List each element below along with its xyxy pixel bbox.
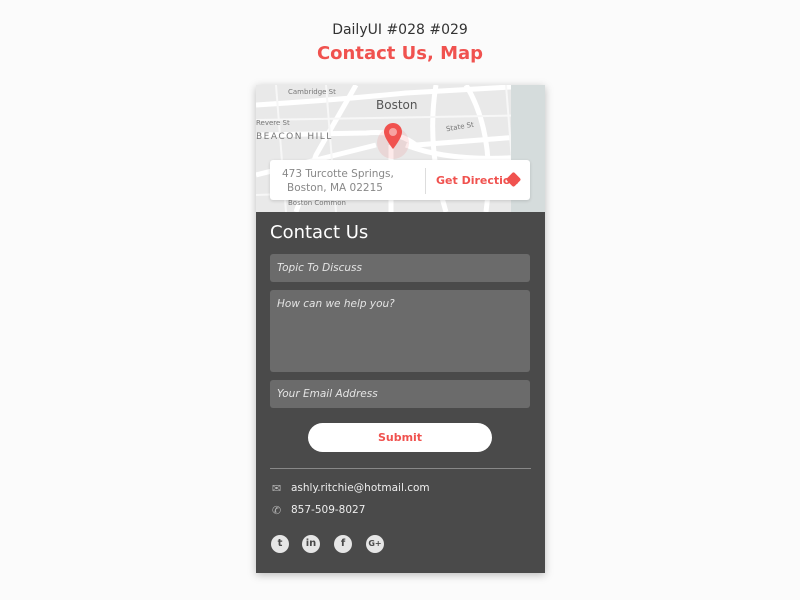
divider: [425, 168, 426, 194]
map-label: BEACON HILL: [256, 132, 333, 142]
form-title: Contact Us: [270, 222, 369, 243]
google-plus-icon[interactable]: G+: [366, 535, 384, 553]
contact-form-panel: Contact Us Submit ✉ ashly.ritchie@hotmai…: [256, 212, 545, 573]
message-textarea[interactable]: [270, 290, 530, 372]
mail-icon: ✉: [272, 482, 282, 495]
map[interactable]: Cambridge St Revere St BEACON HILL State…: [256, 85, 545, 212]
facebook-icon[interactable]: f: [334, 535, 352, 553]
map-label: Revere St: [256, 119, 290, 127]
address-box: 473 Turcotte Springs, Boston, MA 02215 G…: [270, 160, 530, 200]
contact-card: Cambridge St Revere St BEACON HILL State…: [256, 85, 545, 573]
address: 473 Turcotte Springs, Boston, MA 02215: [282, 167, 394, 195]
address-line: 473 Turcotte Springs,: [282, 168, 394, 180]
phone-icon: ✆: [272, 504, 282, 517]
address-line: Boston, MA 02215: [287, 182, 383, 194]
twitter-icon[interactable]: t: [271, 535, 289, 553]
map-label: Cambridge St: [288, 88, 336, 96]
submit-button[interactable]: Submit: [308, 423, 492, 452]
topic-input[interactable]: [270, 254, 530, 282]
contact-phone[interactable]: 857-509-8027: [291, 504, 365, 516]
map-pin-icon[interactable]: [384, 123, 402, 149]
map-label: Boston Common: [288, 199, 346, 207]
email-input[interactable]: [270, 380, 530, 408]
divider: [270, 468, 531, 469]
map-city-label: Boston: [376, 98, 418, 112]
contact-email[interactable]: ashly.ritchie@hotmail.com: [291, 482, 430, 494]
page-title: Contact Us, Map: [316, 43, 484, 64]
linkedin-icon[interactable]: in: [302, 535, 320, 553]
page-subtitle: DailyUI #028 #029: [332, 22, 468, 38]
